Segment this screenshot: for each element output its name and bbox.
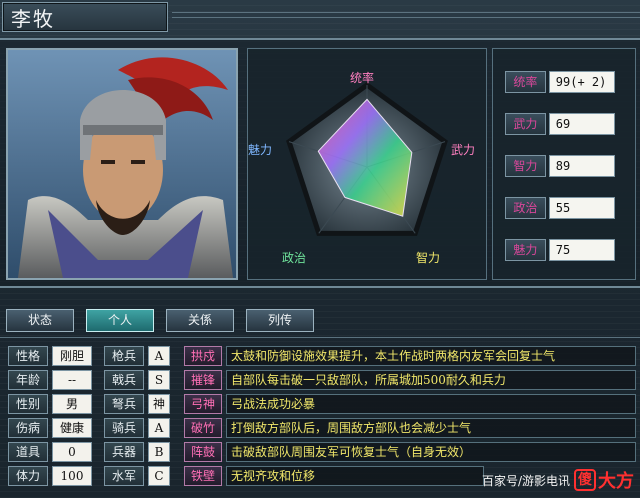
- stat-value: 99(+ 2): [548, 71, 615, 93]
- stat-row-intelligence: 智力 89: [505, 155, 615, 177]
- stat-label: 武力: [505, 113, 546, 135]
- aptitude-label: 骑兵: [104, 418, 144, 438]
- aptitude-value: C: [148, 466, 170, 486]
- skill-description: 自部队每击破一只敌部队，所属城加500耐久和兵力: [226, 370, 636, 390]
- skill-row[interactable]: 拱戍 太鼓和防御设施效果提升，本土作战时两格内友军会回复士气: [184, 346, 636, 366]
- tab-personal[interactable]: 个人: [86, 309, 154, 332]
- tab-status[interactable]: 状态: [6, 309, 74, 332]
- skill-description: 无视齐攻和位移: [226, 466, 484, 486]
- stat-row-strength: 武力 69: [505, 113, 615, 135]
- attr-label: 年龄: [8, 370, 48, 390]
- watermark-brand: 大方: [598, 471, 634, 492]
- skill-name: 破竹: [184, 418, 222, 438]
- skill-name: 弓神: [184, 394, 222, 414]
- attr-value: --: [52, 370, 92, 390]
- aptitude-label: 枪兵: [104, 346, 144, 366]
- stat-row-politics: 政治 55: [505, 197, 615, 219]
- stat-row-charisma: 魅力 75: [505, 239, 615, 261]
- aptitude-value: S: [148, 370, 170, 390]
- watermark-logo-icon: 傻: [574, 469, 596, 491]
- radar-label-leadership: 统率: [350, 71, 375, 85]
- stat-label: 智力: [505, 155, 546, 177]
- radar-label-strength: 武力: [451, 143, 476, 157]
- aptitude-label: 戟兵: [104, 370, 144, 390]
- stat-value: 89: [548, 155, 615, 177]
- stat-label: 政治: [505, 197, 546, 219]
- skill-name: 铁壁: [184, 466, 222, 486]
- attr-label: 道具: [8, 442, 48, 462]
- attr-label: 伤病: [8, 418, 48, 438]
- attr-value: 男: [52, 394, 92, 414]
- skill-row[interactable]: 摧锋 自部队每击破一只敌部队，所属城加500耐久和兵力: [184, 370, 636, 390]
- skill-row[interactable]: 阵鼓 击破敌部队周围友军可恢复士气（自身无效）: [184, 442, 636, 462]
- aptitude-value: A: [148, 346, 170, 366]
- skill-description: 弓战法成功必暴: [226, 394, 636, 414]
- radar-panel: 统率 武力 智力 政治 魅力: [247, 48, 487, 280]
- radar-label-charisma: 魅力: [248, 143, 273, 157]
- watermark: 百家号/游影电讯 傻 大方: [482, 468, 634, 492]
- portrait-illustration: [8, 50, 236, 278]
- skill-description: 打倒敌方部队后，周围敌方部队也会减少士气: [226, 418, 636, 438]
- attr-value: 0: [52, 442, 92, 462]
- aptitude-label: 兵器: [104, 442, 144, 462]
- stat-row-leadership: 统率 99(+ 2): [505, 71, 615, 93]
- stat-label: 魅力: [505, 239, 546, 261]
- general-name: 李牧: [11, 6, 55, 31]
- attr-value: 100: [52, 466, 92, 486]
- stat-value: 69: [548, 113, 615, 135]
- attr-label: 体力: [8, 466, 48, 486]
- attr-label: 性别: [8, 394, 48, 414]
- attr-value: 健康: [52, 418, 92, 438]
- aptitude-value: B: [148, 442, 170, 462]
- tabs-divider: [0, 337, 640, 338]
- aptitude-value: A: [148, 418, 170, 438]
- skill-name: 摧锋: [184, 370, 222, 390]
- general-portrait: [6, 48, 238, 280]
- skill-description: 太鼓和防御设施效果提升，本土作战时两格内友军会回复士气: [226, 346, 636, 366]
- radar-label-politics: 政治: [282, 251, 307, 265]
- attr-label: 性格: [8, 346, 48, 366]
- aptitude-value: 神: [148, 394, 170, 414]
- skill-name: 阵鼓: [184, 442, 222, 462]
- stat-label: 统率: [505, 71, 546, 93]
- aptitude-label: 弩兵: [104, 394, 144, 414]
- skill-description: 击破敌部队周围友军可恢复士气（自身无效）: [226, 442, 636, 462]
- skill-row[interactable]: 弓神 弓战法成功必暴: [184, 394, 636, 414]
- skill-row[interactable]: 铁壁 无视齐攻和位移: [184, 466, 484, 486]
- stat-value: 55: [548, 197, 615, 219]
- general-name-plate: 李牧: [2, 2, 168, 32]
- tab-biography[interactable]: 列传: [246, 309, 314, 332]
- tab-relations[interactable]: 关係: [166, 309, 234, 332]
- radar-label-intelligence: 智力: [416, 251, 441, 265]
- watermark-text: 百家号/游影电讯: [481, 473, 570, 488]
- stat-list-panel: 统率 99(+ 2) 武力 69 智力 89 政治 55 魅力 75: [492, 48, 636, 280]
- attr-value: 刚胆: [52, 346, 92, 366]
- skill-row[interactable]: 破竹 打倒敌方部队后，周围敌方部队也会减少士气: [184, 418, 636, 438]
- stat-value: 75: [548, 239, 615, 261]
- skill-name: 拱戍: [184, 346, 222, 366]
- top-decoration-bar: [172, 12, 640, 18]
- aptitude-label: 水军: [104, 466, 144, 486]
